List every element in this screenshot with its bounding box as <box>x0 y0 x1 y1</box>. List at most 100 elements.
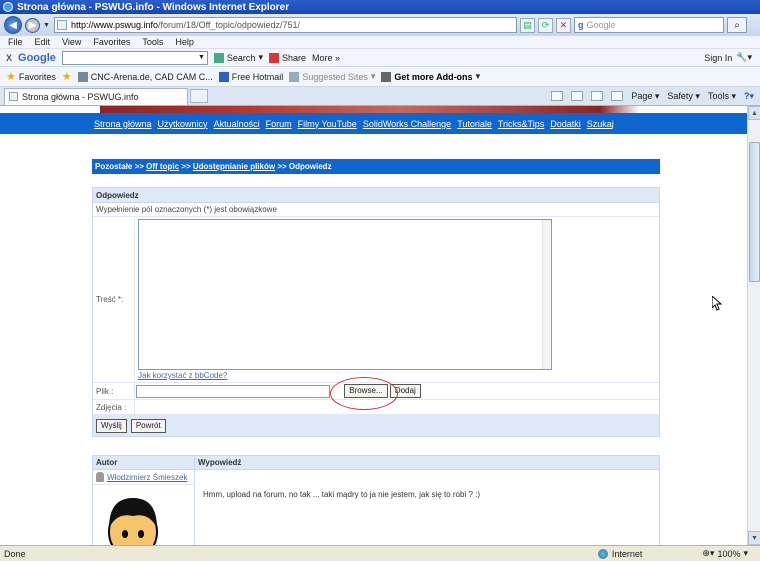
google-search-provider-icon: g <box>578 20 584 30</box>
chevron-down-icon: ▾ <box>743 548 748 558</box>
back-link-button[interactable]: Powrót <box>130 418 166 433</box>
images-label: Zdjęcia : <box>93 400 135 414</box>
chevron-down-icon[interactable]: ▼ <box>198 54 205 61</box>
feeds-icon[interactable] <box>571 91 584 101</box>
hotmail-icon <box>218 71 229 82</box>
favorite-link-addons[interactable]: Get more Add-ons ▾ <box>381 71 480 82</box>
command-bar: Page ▾ Safety ▾ Tools ▾ ?▾ <box>551 91 760 102</box>
post-column-header: Wypowiedź <box>198 458 242 467</box>
wrench-icon[interactable]: 🔧▾ <box>736 52 752 63</box>
favorite-link-cnc-arena[interactable]: CNC-Arena.de, CAD CAM C... <box>77 71 213 82</box>
menu-edit[interactable]: Edit <box>35 37 51 47</box>
favorite-link-hotmail[interactable]: Free Hotmail <box>218 71 284 82</box>
tab-favicon-icon <box>9 92 18 101</box>
menu-file[interactable]: File <box>8 37 23 47</box>
required-note: Wypełnienie pól oznaczonych (*) jest obo… <box>93 203 659 217</box>
page-menu[interactable]: Page ▾ <box>631 91 659 102</box>
breadcrumb-separator: >> <box>181 162 191 171</box>
safety-menu-label: Safety <box>667 90 693 101</box>
new-tab-button[interactable] <box>190 89 208 103</box>
favorites-button[interactable]: ★ Favorites <box>6 70 56 83</box>
url-input[interactable]: http://www.pswug.info/forum/18/Off_topic… <box>54 17 517 33</box>
sign-in-label: Sign In <box>704 52 733 63</box>
tools-menu-label: Tools <box>707 90 729 101</box>
send-button[interactable]: Wyślij <box>96 418 127 433</box>
scroll-down-icon[interactable]: ▼ <box>748 531 760 545</box>
favorite-label: Free Hotmail <box>231 71 284 82</box>
google-search-button[interactable]: Search ▾ <box>213 52 263 63</box>
menu-tools[interactable]: Tools <box>142 37 163 47</box>
help-icon[interactable]: ?▾ <box>744 91 754 102</box>
site-icon <box>77 71 88 82</box>
nav-tutorials[interactable]: Tutoriale <box>457 119 492 129</box>
menu-favorites[interactable]: Favorites <box>93 37 130 47</box>
tools-menu[interactable]: Tools ▾ <box>708 91 736 102</box>
author-link[interactable]: Włodzimierz Śmieszek <box>93 470 194 485</box>
scroll-thumb[interactable] <box>749 142 760 282</box>
form-actions: Wyślij Powrót <box>93 415 659 436</box>
safety-menu[interactable]: Safety ▾ <box>667 91 700 102</box>
file-path-input[interactable] <box>136 384 330 398</box>
address-bar: ◀ ▶ ▼ http://www.pswug.info/forum/18/Off… <box>0 14 760 36</box>
zoom-icon: ⊕▾ <box>702 548 715 558</box>
window-title-bar: Strona główna - PSWUG.info - Windows Int… <box>0 0 760 14</box>
nav-solidworks-challenge[interactable]: SolidWorks Challenge <box>363 119 451 129</box>
more-button[interactable]: More » <box>312 53 340 63</box>
tab-title: Strona główna - PSWUG.info <box>22 91 139 102</box>
nav-youtube[interactable]: Filmy YouTube <box>298 119 357 129</box>
forward-button[interactable]: ▶ <box>25 17 40 33</box>
nav-news[interactable]: Aktualności <box>214 119 260 129</box>
compatibility-view-icon[interactable]: ▤ <box>520 17 535 33</box>
favorite-link-suggested-sites[interactable]: Suggested Sites ▾ <box>289 71 375 82</box>
addons-icon <box>381 71 392 82</box>
favorites-bar: ★ Favorites ★ CNC-Arena.de, CAD CAM C... … <box>0 67 760 87</box>
textarea-scrollbar[interactable] <box>542 220 551 369</box>
nav-home[interactable]: Strona główna <box>94 119 152 129</box>
nav-addons[interactable]: Dodatki <box>550 119 581 129</box>
google-search-input[interactable]: ▼ <box>61 50 208 65</box>
post-row: Włodzimierz Śmieszek Hmm, upload na foru… <box>93 470 659 545</box>
back-button[interactable]: ◀ <box>4 16 22 34</box>
file-label: Plik : <box>93 383 135 399</box>
post-text: Hmm, upload na forum, no tak ... taki mą… <box>203 490 481 499</box>
menu-view[interactable]: View <box>62 37 81 47</box>
security-zone[interactable]: Internet <box>597 548 643 559</box>
nav-users[interactable]: Użytkownicy <box>158 119 208 129</box>
home-icon[interactable] <box>551 91 564 101</box>
stop-icon[interactable]: ✕ <box>556 17 571 33</box>
history-dropdown-icon[interactable]: ▼ <box>43 22 51 29</box>
breadcrumb-file-sharing[interactable]: Udostępnianie plików <box>193 162 275 171</box>
share-icon <box>268 52 279 63</box>
mail-icon[interactable] <box>591 91 604 101</box>
add-favorite-icon[interactable]: ★ <box>62 70 72 83</box>
zone-label: Internet <box>611 548 643 559</box>
nav-forum[interactable]: Forum <box>266 119 292 129</box>
tab-active[interactable]: Strona główna - PSWUG.info <box>4 87 188 105</box>
bbcode-help-link[interactable]: Jak korzystać z bbCode? <box>138 371 656 380</box>
close-toolbar-button[interactable]: X <box>6 53 12 63</box>
sign-in-button[interactable]: Sign In 🔧▾ <box>704 52 752 63</box>
content-textarea[interactable] <box>138 219 552 370</box>
menu-help[interactable]: Help <box>175 37 194 47</box>
author-column-header: Autor <box>93 456 195 469</box>
zoom-control[interactable]: ⊕▾ 100% ▾ <box>702 548 748 559</box>
nav-search[interactable]: Szukaj <box>587 119 614 129</box>
page-scrollbar[interactable]: ▲ ▼ <box>747 106 760 545</box>
google-search-label: Search <box>226 52 256 63</box>
breadcrumb-root: Pozostałe <box>95 162 133 171</box>
share-button[interactable]: Share <box>268 52 306 63</box>
breadcrumb-separator: >> <box>277 162 287 171</box>
breadcrumb-off-topic[interactable]: Off topic <box>146 162 179 171</box>
search-icon[interactable]: ⌕ <box>727 17 747 33</box>
search-input[interactable]: g Google <box>574 17 724 33</box>
site-navigation: Strona główna Użytkownicy Aktualności Fo… <box>0 113 747 134</box>
search-icon <box>213 52 224 63</box>
post-author-cell: Włodzimierz Śmieszek <box>93 470 195 545</box>
scroll-up-icon[interactable]: ▲ <box>748 106 760 120</box>
google-toolbar: X Google ▼ Search ▾ Share More » Sign In… <box>0 49 760 67</box>
share-label: Share <box>281 52 306 63</box>
nav-tricks-tips[interactable]: Tricks&Tips <box>498 119 544 129</box>
print-icon[interactable] <box>611 91 624 101</box>
status-bar: Done Internet ⊕▾ 100% ▾ <box>0 545 760 561</box>
refresh-icon[interactable]: ⟳ <box>538 17 553 33</box>
